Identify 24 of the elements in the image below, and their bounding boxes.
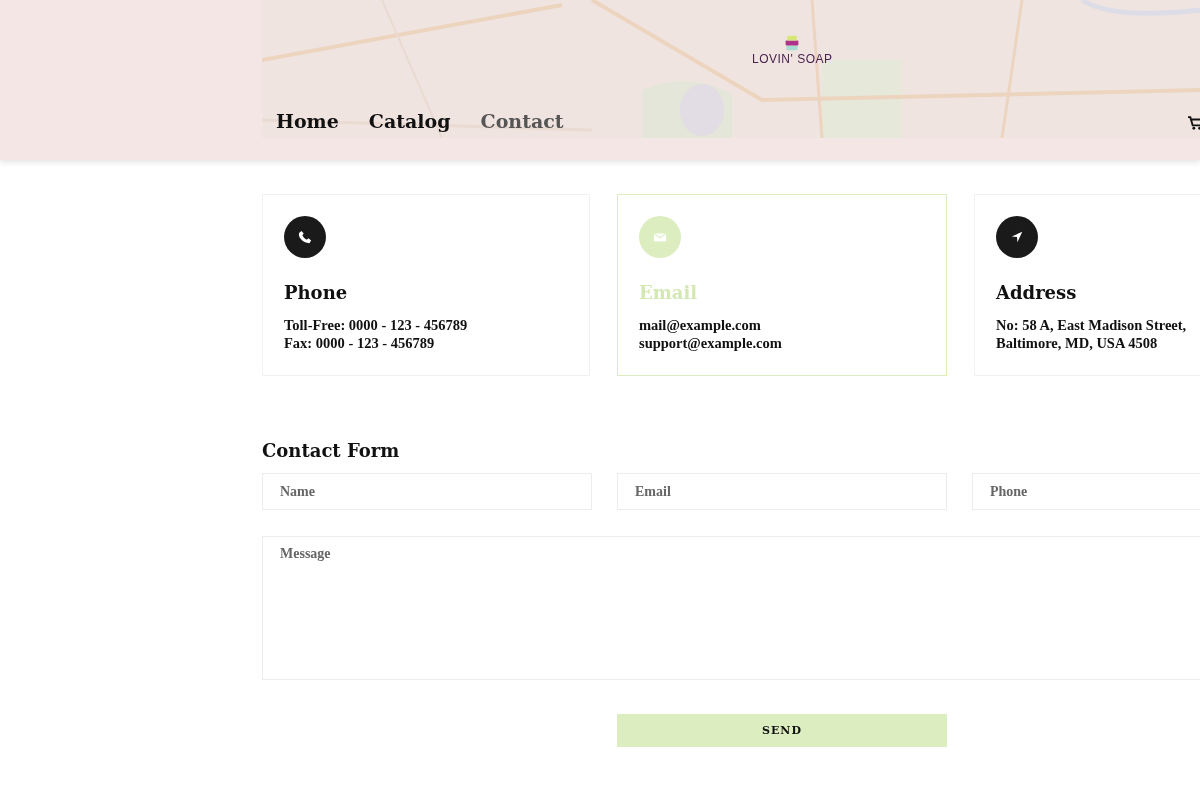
logo-text: LOVIN' SOAP — [752, 52, 833, 66]
phone-icon — [284, 216, 326, 258]
card-title: Address — [996, 282, 1078, 303]
logo[interactable]: LOVIN' SOAP — [752, 34, 833, 66]
message-field[interactable]: Message — [262, 536, 1200, 680]
send-button[interactable]: SEND — [617, 714, 947, 747]
nav-link[interactable]: Contact — [480, 110, 564, 132]
card-text: No: 58 A, East Madison Street, — [996, 316, 1188, 334]
nav-link[interactable]: Home — [276, 110, 339, 132]
card-text: mail@example.com — [639, 316, 762, 334]
soap-stack-icon — [784, 34, 801, 52]
input-field[interactable]: Email — [617, 473, 947, 510]
card-text: Baltimore, MD, USA 4508 — [996, 334, 1159, 352]
card-text: support@example.com — [639, 334, 783, 352]
cart-icon[interactable] — [1188, 116, 1200, 130]
card-text: Toll-Free: 0000 - 123 - 456789 — [284, 316, 469, 334]
input-field[interactable]: Phone — [972, 473, 1200, 510]
input-field[interactable]: Name — [262, 473, 592, 510]
card-text: Fax: 0000 - 123 - 456789 — [284, 334, 436, 352]
form-title: Contact Form — [262, 440, 401, 461]
nav-link[interactable]: Catalog — [368, 110, 451, 132]
envelope-icon — [639, 216, 681, 258]
card-title: Email — [639, 282, 699, 303]
card-title: Phone — [284, 282, 349, 303]
